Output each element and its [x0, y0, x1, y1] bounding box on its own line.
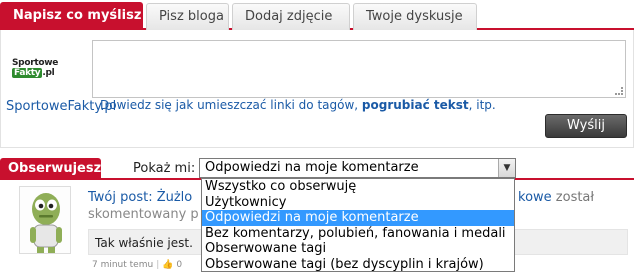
avatar[interactable]: [19, 186, 71, 254]
filter-option-highlighted[interactable]: Odpowiedzi na moje komentarze: [202, 210, 514, 226]
post-textarea[interactable]: [92, 40, 626, 98]
post-meta: 7 minut temu | 👍 0: [92, 260, 183, 270]
tab-dodaj-zdjecie[interactable]: Dodaj zdjęcie: [232, 3, 350, 30]
filter-option[interactable]: Użytkownicy: [202, 195, 514, 211]
filter-dropdown-list: Wszystko co obserwuję Użytkownicy Odpowi…: [201, 178, 515, 272]
like-icon[interactable]: 👍: [162, 260, 173, 270]
tab-pisz-bloga[interactable]: Pisz bloga: [146, 3, 229, 30]
tab-napisz[interactable]: Napisz co myślisz: [0, 2, 143, 30]
filter-selected-value: Odpowiedzi na moje komentarze: [205, 160, 419, 175]
comment-text: Tak właśnie jest.: [95, 236, 193, 250]
post-title-tail: kowe został: [518, 190, 595, 205]
tab-twoje-dyskusje[interactable]: Twoje dyskusje: [353, 3, 477, 30]
filter-select[interactable]: Odpowiedzi na moje komentarze ▼: [199, 158, 516, 178]
sportowefakty-logo: SportoweFakty .pl: [12, 58, 59, 78]
source-link[interactable]: SportoweFakty.pl: [6, 99, 116, 115]
post-title-link[interactable]: Twój post: Żużlo: [88, 190, 192, 205]
post-subtitle: skomentowany p: [88, 207, 199, 222]
composer-tabs: Napisz co myślisz Pisz bloga Dodaj zdjęc…: [0, 0, 634, 30]
chevron-down-icon[interactable]: ▼: [498, 159, 515, 177]
filter-option[interactable]: Bez komentarzy, polubień, fanowania i me…: [202, 226, 514, 242]
post-time: 7 minut temu: [92, 260, 154, 270]
filter-option[interactable]: Wszystko co obserwuję: [202, 179, 514, 195]
filter-label: Pokaż mi:: [133, 161, 196, 176]
formatting-hint[interactable]: Dowiedz się jak umieszczać linki do tagó…: [100, 98, 496, 112]
like-count: 0: [176, 260, 183, 270]
send-button[interactable]: Wyślij: [545, 114, 627, 138]
filter-option[interactable]: Obserwowane tagi (bez dyscyplin i krajów…: [202, 257, 514, 273]
following-title: Obserwujesz: [0, 158, 101, 180]
filter-option[interactable]: Obserwowane tagi: [202, 241, 514, 257]
